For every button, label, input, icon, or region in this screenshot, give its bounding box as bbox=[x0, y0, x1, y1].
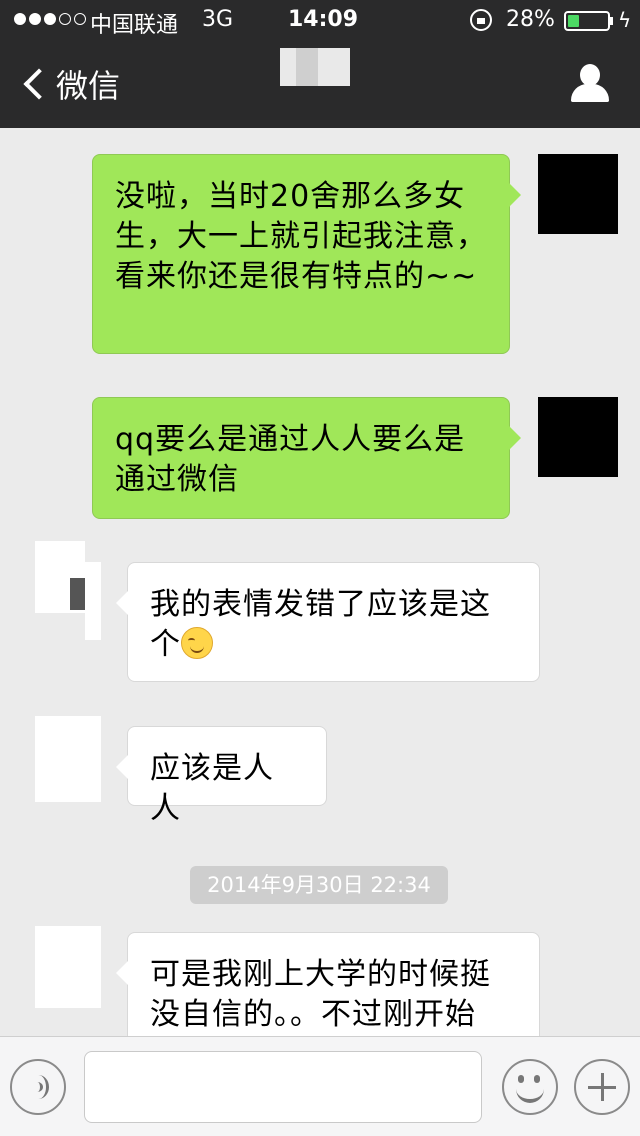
message-text: 没啦，当时20舍那么多女生，大一上就引起我注意，看来你还是很有特点的~~ bbox=[115, 179, 487, 294]
contact-avatar-fragment bbox=[85, 562, 101, 640]
smiling-face-emoji-icon bbox=[181, 627, 213, 659]
message-text: 应该是人人 bbox=[150, 751, 274, 826]
contact-avatar[interactable] bbox=[35, 926, 101, 1008]
contact-profile-button[interactable] bbox=[568, 64, 612, 104]
avatar-redaction-mark bbox=[70, 578, 85, 610]
emoji-icon[interactable] bbox=[502, 1059, 558, 1115]
status-time: 14:09 bbox=[288, 7, 359, 32]
bubble-tail bbox=[116, 961, 128, 985]
back-button[interactable]: 微信 bbox=[18, 62, 120, 106]
message-bubble-received[interactable]: 应该是人人 bbox=[116, 726, 327, 826]
status-bar: 中国联通 3G 14:09 28% ϟ bbox=[0, 0, 640, 40]
message-timestamp: 2014年9月30日 22:34 bbox=[190, 866, 448, 904]
person-icon-body bbox=[571, 84, 609, 102]
message-text: 可是我刚上大学的时候挺没自信的。。不过刚开始 bbox=[150, 957, 491, 1032]
chat-input-bar bbox=[0, 1036, 640, 1136]
bubble-tail bbox=[509, 426, 521, 450]
chevron-left-icon bbox=[23, 68, 55, 100]
bubble-tail bbox=[116, 591, 128, 615]
battery-cap bbox=[610, 17, 613, 25]
plus-icon[interactable] bbox=[574, 1059, 630, 1115]
message-bubble-sent[interactable]: qq要么是通过人人要么是通过微信 bbox=[92, 397, 521, 519]
message-bubble-received[interactable]: 我的表情发错了应该是这个 bbox=[116, 562, 540, 682]
message-input[interactable] bbox=[84, 1051, 482, 1123]
person-icon-head bbox=[580, 64, 600, 86]
battery-level bbox=[568, 15, 579, 27]
message-text: qq要么是通过人人要么是通过微信 bbox=[115, 422, 466, 497]
voice-icon[interactable] bbox=[10, 1059, 66, 1115]
signal-strength-icon bbox=[14, 13, 86, 25]
my-avatar[interactable] bbox=[538, 397, 618, 477]
rotation-lock-icon bbox=[470, 9, 492, 31]
carrier-name: 中国联通 bbox=[90, 13, 179, 38]
bubble-tail bbox=[509, 183, 521, 207]
message-bubble-sent[interactable]: 没啦，当时20舍那么多女生，大一上就引起我注意，看来你还是很有特点的~~ bbox=[92, 154, 521, 354]
navigation-bar: 中国联通 3G 14:09 28% ϟ 微信 bbox=[0, 0, 640, 128]
battery-percent: 28% bbox=[506, 7, 555, 32]
my-avatar[interactable] bbox=[538, 154, 618, 234]
bubble-tail bbox=[116, 755, 128, 779]
battery-icon bbox=[564, 11, 610, 31]
charging-icon: ϟ bbox=[618, 8, 632, 32]
chat-title-redacted bbox=[280, 48, 350, 86]
network-type: 3G bbox=[202, 7, 234, 32]
back-label: 微信 bbox=[56, 67, 121, 105]
contact-avatar[interactable] bbox=[35, 716, 101, 802]
